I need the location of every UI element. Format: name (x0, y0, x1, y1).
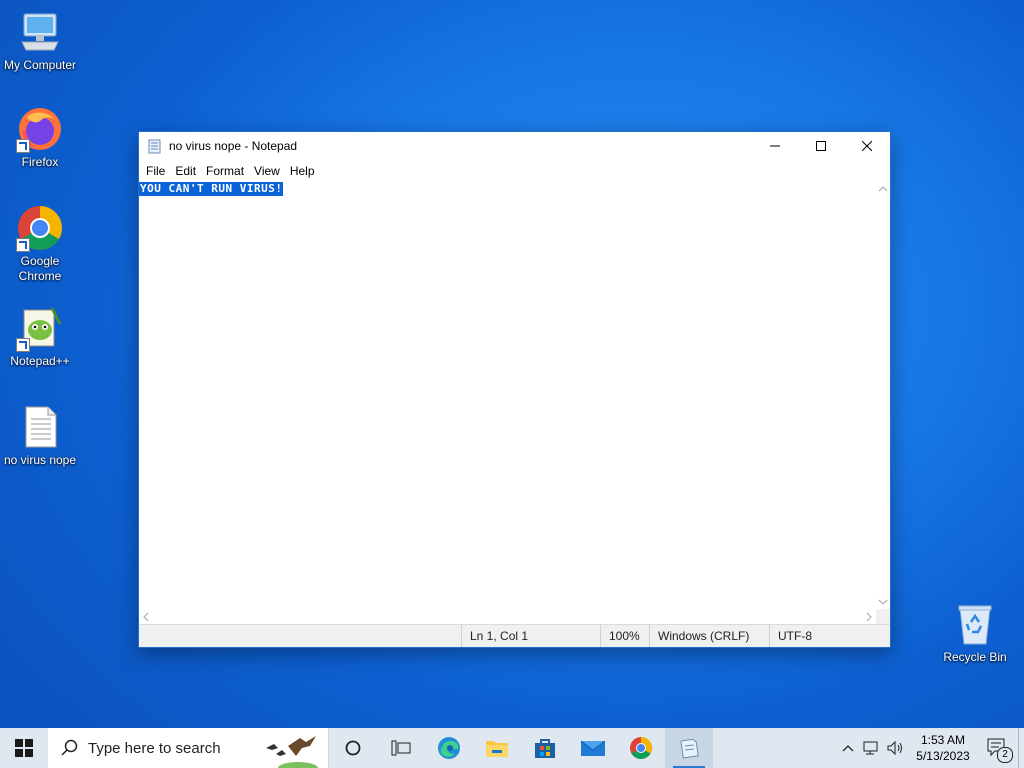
desktop-icon-label: Notepad++ (10, 354, 70, 368)
scroll-corner (876, 609, 890, 625)
chrome-icon (16, 204, 64, 252)
menu-help[interactable]: Help (285, 160, 320, 182)
notepad-window[interactable]: no virus nope - Notepad File Edit Format… (138, 131, 891, 648)
menu-file[interactable]: File (141, 160, 170, 182)
status-zoom: 100% (600, 625, 649, 647)
shortcut-arrow-icon (16, 139, 30, 153)
vertical-scrollbar[interactable] (876, 182, 890, 609)
search-highlight-birds-icon (266, 736, 318, 768)
desktop-icon-no-virus-nope[interactable]: no virus nope (0, 403, 80, 468)
desktop-icon-label: My Computer (3, 58, 77, 72)
menu-bar: File Edit Format View Help (139, 160, 890, 182)
volume-button[interactable] (884, 728, 908, 768)
chevron-up-icon (842, 745, 854, 752)
horizontal-scrollbar[interactable] (139, 609, 876, 625)
speaker-icon (887, 740, 902, 756)
notepad-icon (680, 738, 699, 759)
notepad-icon (147, 138, 163, 154)
text-editor[interactable]: YOU CAN'T RUN VIRUS! (139, 182, 876, 609)
minimize-icon (770, 145, 780, 147)
desktop-icon-label: no virus nope (3, 453, 77, 467)
scroll-down-icon[interactable] (876, 595, 890, 609)
taskbar-chrome[interactable] (617, 728, 665, 768)
taskbar-file-explorer[interactable] (473, 728, 521, 768)
search-icon (61, 739, 78, 756)
edge-icon (438, 737, 460, 759)
desktop-icon-my-computer[interactable]: My Computer (0, 8, 80, 73)
desktop-icon-firefox[interactable]: Firefox (0, 105, 80, 170)
close-icon (862, 141, 872, 151)
clock-date: 5/13/2023 (916, 749, 970, 763)
notepad-plus-plus-icon (16, 304, 64, 352)
task-view-button[interactable] (377, 728, 425, 768)
taskbar-search[interactable]: Type here to search (48, 728, 329, 768)
clock-time: 1:53 AM (920, 733, 966, 747)
taskbar-clock[interactable]: 1:53 AM 5/13/2023 (908, 732, 978, 764)
computer-icon (16, 8, 64, 56)
desktop-icon-notepad-plus-plus[interactable]: Notepad++ (0, 304, 80, 369)
taskbar-mail[interactable] (569, 728, 617, 768)
search-placeholder: Type here to search (88, 739, 221, 757)
folder-icon (486, 741, 508, 757)
maximize-icon (816, 141, 826, 151)
maximize-button[interactable] (798, 132, 844, 160)
taskbar-edge[interactable] (425, 728, 473, 768)
status-encoding: UTF-8 (769, 625, 878, 647)
text-file-icon (16, 403, 64, 451)
selected-text[interactable]: YOU CAN'T RUN VIRUS! (139, 182, 284, 196)
notification-badge: 2 (997, 747, 1013, 763)
status-line-ending: Windows (CRLF) (649, 625, 768, 647)
shortcut-arrow-icon (16, 338, 30, 352)
status-position: Ln 1, Col 1 (461, 625, 600, 647)
scroll-right-icon[interactable] (862, 609, 876, 625)
shortcut-arrow-icon (16, 238, 30, 252)
taskbar: Type here to search 1:53 AM 5/13/2023 2 (0, 728, 1024, 768)
scroll-up-icon[interactable] (876, 182, 890, 196)
network-icon (863, 741, 878, 755)
cortana-icon (345, 740, 361, 756)
windows-logo-icon (15, 739, 33, 757)
show-desktop-button[interactable] (1018, 728, 1024, 768)
scroll-left-icon[interactable] (139, 609, 153, 625)
close-button[interactable] (844, 132, 890, 160)
status-bar: Ln 1, Col 1 100% Windows (CRLF) UTF-8 (139, 624, 890, 647)
minimize-button[interactable] (752, 132, 798, 160)
menu-format[interactable]: Format (201, 160, 249, 182)
network-button[interactable] (860, 728, 884, 768)
recycle-bin-icon (951, 600, 999, 648)
desktop-icon-google-chrome[interactable]: Google Chrome (0, 204, 80, 284)
desktop-icon-label: Firefox (21, 155, 59, 169)
start-button[interactable] (0, 728, 48, 768)
show-hidden-icons-button[interactable] (836, 728, 860, 768)
system-tray: 1:53 AM 5/13/2023 2 (836, 728, 1024, 768)
mail-icon (580, 740, 606, 756)
firefox-icon (16, 105, 64, 153)
desktop-icon-label: Recycle Bin (943, 650, 1007, 664)
action-center-button[interactable]: 2 (978, 728, 1018, 768)
chrome-icon (630, 737, 652, 759)
window-title: no virus nope - Notepad (169, 139, 298, 153)
taskbar-notepad[interactable] (665, 728, 713, 768)
menu-view[interactable]: View (249, 160, 285, 182)
title-bar[interactable]: no virus nope - Notepad (139, 132, 890, 160)
taskbar-store[interactable] (521, 728, 569, 768)
desktop-icon-recycle-bin[interactable]: Recycle Bin (935, 600, 1015, 665)
desktop-icon-label: Google Chrome (18, 254, 62, 283)
cortana-button[interactable] (329, 728, 377, 768)
menu-edit[interactable]: Edit (170, 160, 201, 182)
task-view-icon (391, 740, 411, 756)
store-icon (535, 739, 555, 758)
